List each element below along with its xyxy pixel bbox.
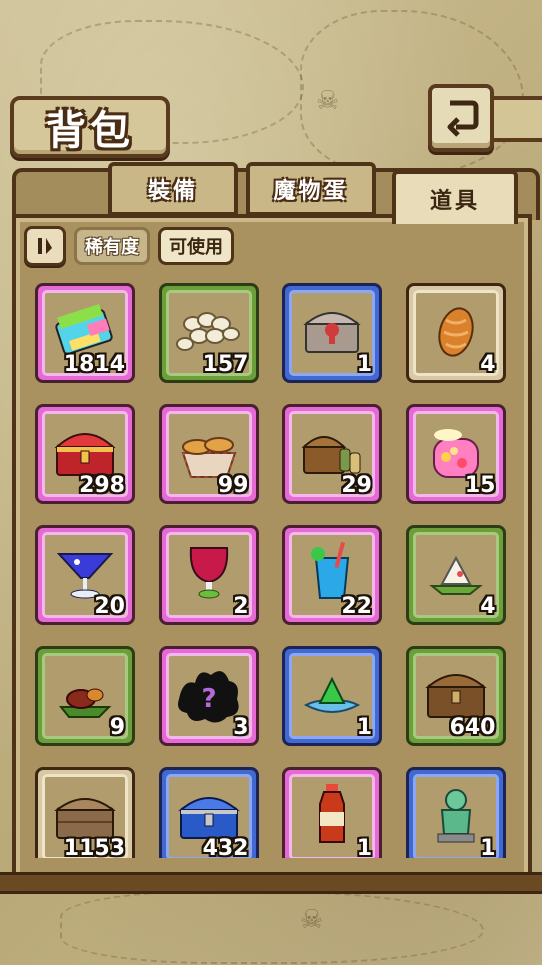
filter-usable[interactable]: 可使用 <box>158 227 234 265</box>
panel-bottom-rail <box>0 872 542 894</box>
sort-toggle-icon <box>38 238 52 254</box>
svg-text:?: ? <box>201 684 216 714</box>
item-quantity: 2 <box>233 594 249 619</box>
item-slot[interactable]: 1 <box>282 646 382 746</box>
item-grid[interactable]: 1814 157 1 4 298 99 29 15 20 2 22 4 9? 3 1 640 1153 432 1 1 <box>22 278 520 858</box>
filter-bar: 稀有度 可使用 <box>24 226 234 266</box>
item-slot[interactable]: 1 <box>282 767 382 858</box>
item-slot[interactable]: 2 <box>158 525 259 625</box>
item-slot[interactable]: 20 <box>35 525 135 625</box>
item-slot[interactable]: 4 <box>405 283 506 383</box>
item-quantity: 432 <box>202 836 249 858</box>
item-quantity: 15 <box>464 473 496 498</box>
item-slot[interactable]: 1153 <box>35 767 135 858</box>
item-quantity: 3 <box>233 715 249 740</box>
item-quantity: 298 <box>79 473 125 498</box>
item-slot[interactable]: 432 <box>158 767 259 858</box>
tab-monster-eggs[interactable]: 魔物蛋 <box>246 162 376 216</box>
item-quantity: 22 <box>341 594 372 619</box>
item-quantity: 1 <box>356 715 372 740</box>
tab-label: 道具 <box>429 189 480 214</box>
item-slot[interactable]: 1 <box>405 767 506 858</box>
item-quantity: 4 <box>480 352 496 377</box>
skull-marker-icon: ☠ <box>316 86 340 116</box>
item-quantity: 9 <box>109 715 125 740</box>
item-quantity: 4 <box>480 594 496 619</box>
filter-rarity[interactable]: 稀有度 <box>74 227 150 265</box>
item-quantity: 1 <box>356 836 372 858</box>
tab-label: 魔物蛋 <box>273 179 349 204</box>
item-slot[interactable]: 298 <box>35 404 135 504</box>
item-quantity: 1814 <box>63 352 125 377</box>
item-quantity: 157 <box>202 352 249 377</box>
item-slot[interactable]: 29 <box>282 404 382 504</box>
item-quantity: 99 <box>217 473 249 498</box>
back-button-rail <box>486 96 542 142</box>
item-slot[interactable]: 9 <box>35 646 135 746</box>
item-quantity: 1 <box>356 352 372 377</box>
item-quantity: 1 <box>480 836 496 858</box>
item-slot[interactable]: 640 <box>405 646 506 746</box>
item-quantity: 29 <box>341 473 372 498</box>
page-title-plate: 背包 <box>10 96 170 158</box>
item-quantity: 640 <box>449 715 496 740</box>
item-quantity: 1153 <box>63 836 125 858</box>
item-slot[interactable]: 4 <box>405 525 506 625</box>
item-slot[interactable]: 15 <box>405 404 506 504</box>
item-slot[interactable]: 1814 <box>35 283 135 383</box>
return-arrow-icon <box>447 100 479 137</box>
item-quantity: 20 <box>94 594 125 619</box>
item-slot[interactable]: ? 3 <box>158 646 259 746</box>
page-title: 背包 <box>46 108 134 154</box>
item-slot[interactable]: 1 <box>282 283 382 383</box>
tab-equipment[interactable]: 裝備 <box>108 162 238 216</box>
skull-marker-icon: ☠ <box>300 905 324 935</box>
item-slot[interactable]: 157 <box>158 283 259 383</box>
back-button[interactable] <box>428 84 494 152</box>
tab-label: 裝備 <box>147 179 198 204</box>
sort-toggle-button[interactable] <box>24 226 66 266</box>
item-slot[interactable]: 99 <box>158 404 259 504</box>
tab-items[interactable]: 道具 <box>392 170 518 224</box>
item-slot[interactable]: 22 <box>282 525 382 625</box>
